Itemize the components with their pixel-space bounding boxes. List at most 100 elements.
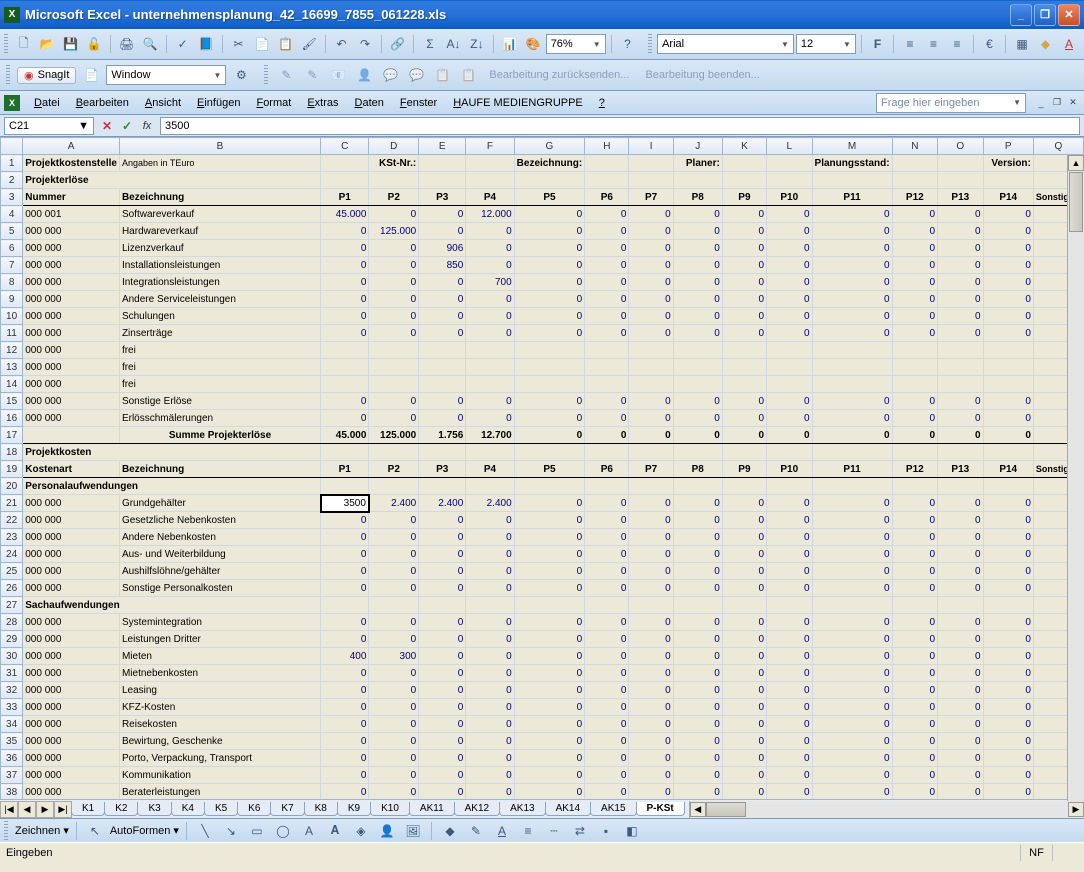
cell[interactable]: 0 — [767, 529, 813, 546]
cell[interactable] — [673, 342, 722, 359]
cell[interactable]: 0 — [938, 427, 984, 444]
cell[interactable]: 000 000 — [23, 716, 120, 733]
cell[interactable]: 0 — [419, 410, 466, 427]
mdi-close-button[interactable]: ✕ — [1066, 96, 1080, 110]
cell[interactable] — [419, 359, 466, 376]
cell[interactable]: 0 — [629, 563, 673, 580]
cell[interactable]: P14 — [983, 189, 1033, 206]
cell[interactable]: 0 — [892, 750, 938, 767]
cell[interactable]: 0 — [673, 240, 722, 257]
cell[interactable]: 0 — [938, 495, 984, 512]
sheet-tab-K2[interactable]: K2 — [104, 802, 138, 816]
cell[interactable]: 0 — [983, 393, 1033, 410]
cell[interactable]: 0 — [585, 546, 629, 563]
cell[interactable]: 0 — [983, 767, 1033, 784]
picture-icon[interactable]: 🖼 — [402, 820, 424, 842]
cell[interactable]: 0 — [321, 410, 369, 427]
cell[interactable] — [466, 376, 514, 393]
cell[interactable] — [585, 155, 629, 172]
cell[interactable]: 0 — [983, 750, 1033, 767]
cell[interactable]: 0 — [514, 631, 585, 648]
cell[interactable] — [938, 155, 984, 172]
row-header[interactable]: 7 — [1, 257, 23, 274]
cell[interactable]: 0 — [722, 512, 766, 529]
cell[interactable] — [585, 172, 629, 189]
font-name-combo[interactable]: Arial▼ — [657, 34, 794, 54]
cell[interactable]: 0 — [369, 274, 419, 291]
research-icon[interactable]: 📘 — [195, 33, 217, 55]
sheet-tab-K5[interactable]: K5 — [204, 802, 238, 816]
cell[interactable]: Andere Nebenkosten — [119, 529, 320, 546]
cell[interactable] — [812, 342, 892, 359]
print-icon[interactable]: 🖨 — [116, 33, 138, 55]
cell[interactable]: 0 — [514, 580, 585, 597]
cell[interactable]: 0 — [767, 682, 813, 699]
cell[interactable]: 0 — [983, 614, 1033, 631]
cell[interactable]: 0 — [767, 614, 813, 631]
format-painter-icon[interactable]: 🖌 — [298, 33, 320, 55]
cell[interactable]: Aus- und Weiterbildung — [119, 546, 320, 563]
cell[interactable] — [767, 359, 813, 376]
cell[interactable] — [812, 478, 892, 495]
cell[interactable]: 0 — [767, 784, 813, 800]
cell[interactable] — [514, 597, 585, 614]
cell[interactable]: 0 — [983, 546, 1033, 563]
cell[interactable]: 0 — [938, 784, 984, 800]
cell[interactable]: 000 000 — [23, 682, 120, 699]
cell[interactable]: 0 — [321, 767, 369, 784]
menu-format[interactable]: Format — [248, 95, 299, 111]
cell[interactable]: 0 — [514, 274, 585, 291]
column-header[interactable]: E — [419, 138, 466, 155]
drawing-icon[interactable]: 🎨 — [522, 33, 544, 55]
sheet-tab-AK15[interactable]: AK15 — [590, 802, 636, 816]
cell[interactable]: 0 — [369, 699, 419, 716]
toolbar-grip[interactable] — [648, 34, 652, 54]
sort-desc-icon[interactable]: Z↓ — [466, 33, 488, 55]
cell[interactable]: 0 — [983, 427, 1033, 444]
cell[interactable]: 0 — [673, 580, 722, 597]
line-icon[interactable]: ╲ — [194, 820, 216, 842]
cell[interactable]: 0 — [892, 410, 938, 427]
cell[interactable] — [938, 478, 984, 495]
cell[interactable]: 0 — [585, 240, 629, 257]
cell[interactable]: 0 — [938, 682, 984, 699]
cell[interactable]: 0 — [629, 410, 673, 427]
cell[interactable]: 0 — [722, 291, 766, 308]
cell[interactable]: 0 — [938, 206, 984, 223]
cell[interactable]: 0 — [673, 274, 722, 291]
cell[interactable]: 0 — [321, 393, 369, 410]
cell[interactable]: 0 — [629, 648, 673, 665]
cell[interactable]: 0 — [419, 308, 466, 325]
cell[interactable]: 0 — [585, 750, 629, 767]
cell[interactable]: 0 — [514, 495, 585, 512]
cell[interactable] — [938, 359, 984, 376]
cell[interactable]: 0 — [629, 393, 673, 410]
cell[interactable]: 0 — [983, 665, 1033, 682]
cell[interactable]: P1 — [321, 189, 369, 206]
cell[interactable] — [673, 597, 722, 614]
cell[interactable]: 000 000 — [23, 240, 120, 257]
cell[interactable]: 0 — [767, 716, 813, 733]
cell[interactable] — [466, 172, 514, 189]
cell[interactable]: 0 — [369, 682, 419, 699]
cell[interactable]: P4 — [466, 461, 514, 478]
cell[interactable] — [585, 342, 629, 359]
cell[interactable]: 000 000 — [23, 393, 120, 410]
cell[interactable]: 0 — [585, 529, 629, 546]
cell[interactable]: 0 — [983, 291, 1033, 308]
column-header[interactable]: L — [767, 138, 813, 155]
row-header[interactable]: 34 — [1, 716, 23, 733]
sheet-tab-AK11[interactable]: AK11 — [409, 802, 455, 816]
cell[interactable]: 0 — [419, 274, 466, 291]
cell[interactable]: 0 — [767, 546, 813, 563]
shadow-icon[interactable]: ▪ — [595, 820, 617, 842]
cell[interactable]: 0 — [466, 784, 514, 800]
select-objects-icon[interactable]: ↖ — [84, 820, 106, 842]
cell[interactable]: 0 — [722, 223, 766, 240]
cell[interactable] — [892, 342, 938, 359]
cell[interactable]: 0 — [466, 580, 514, 597]
cell[interactable]: 0 — [983, 733, 1033, 750]
cell[interactable]: 0 — [466, 716, 514, 733]
cell[interactable]: Integrationsleistungen — [119, 274, 320, 291]
cell[interactable]: 0 — [673, 631, 722, 648]
